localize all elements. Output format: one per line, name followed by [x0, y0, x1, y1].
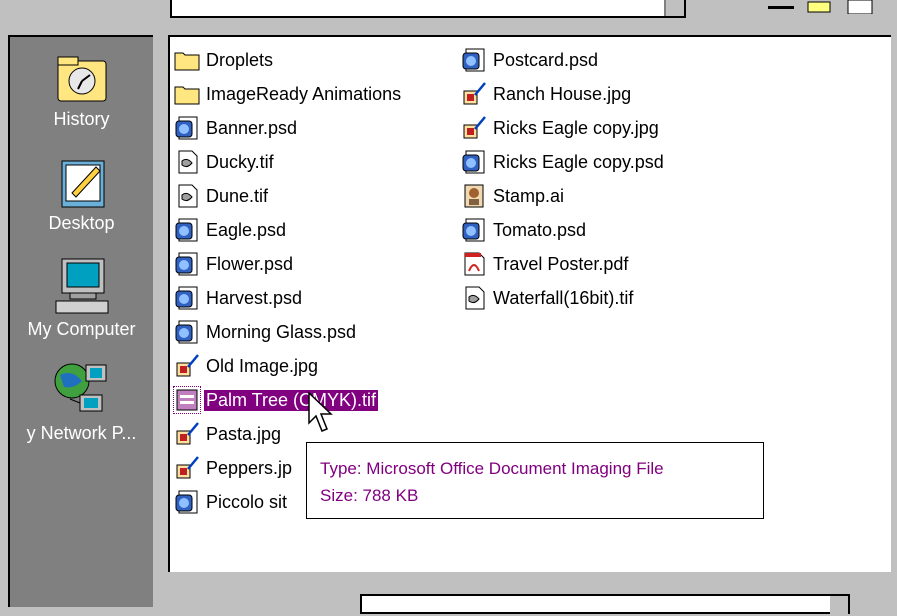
file-name: Palm Tree (CMYK).tif	[204, 389, 379, 411]
file-name: Piccolo sit	[206, 491, 288, 512]
history-folder-icon	[57, 56, 106, 102]
file-item[interactable]: Palm Tree (CMYK).tif	[173, 383, 403, 417]
file-item[interactable]: Tomato.psd	[461, 213, 666, 247]
file-name: ImageReady Animations	[206, 83, 402, 104]
places-desktop[interactable]: Desktop	[10, 155, 153, 234]
file-name: Stamp.ai	[493, 185, 565, 206]
file-item[interactable]: Harvest.psd	[174, 281, 403, 315]
file-item[interactable]: Eagle.psd	[174, 213, 403, 247]
psd-file-icon	[462, 48, 485, 72]
tif-file-icon	[465, 286, 485, 310]
file-name: Old Image.jpg	[206, 355, 319, 376]
file-name: Ducky.tif	[206, 151, 274, 172]
desktop-icon	[61, 160, 104, 208]
file-name: Ricks Eagle copy.jpg	[493, 117, 659, 138]
tif-file-icon	[178, 184, 198, 208]
mouse-pointer-icon	[308, 391, 333, 432]
places-my-computer-label: My Computer	[27, 319, 136, 339]
file-name: Dune.tif	[206, 185, 269, 206]
chevron-down-icon[interactable]	[664, 0, 684, 16]
tooltip-type: Type: Microsoft Office Document Imaging …	[320, 459, 664, 478]
file-column-2: Postcard.psd Ranch House.jpg Ricks Eagle c…	[461, 43, 666, 315]
my-computer-icon	[55, 258, 108, 314]
toolbar	[0, 0, 897, 22]
file-item[interactable]: Old Image.jpg	[174, 349, 403, 383]
file-item[interactable]: Ducky.tif	[174, 145, 403, 179]
tooltip-size: Size: 788 KB	[320, 486, 419, 505]
pdf-file-icon	[464, 252, 485, 276]
file-item[interactable]: Droplets	[174, 43, 403, 77]
toolbar-icons[interactable]	[768, 0, 888, 14]
jpg-file-icon	[463, 116, 486, 139]
ai-file-icon	[464, 184, 484, 208]
file-item[interactable]: Ranch House.jpg	[461, 77, 666, 111]
file-name: Peppers.jp	[206, 457, 293, 478]
file-item[interactable]: Banner.psd	[174, 111, 403, 145]
chevron-down-icon[interactable]	[830, 596, 848, 616]
file-name: Ranch House.jpg	[493, 83, 632, 104]
psd-file-icon	[175, 116, 198, 140]
psd-file-icon	[175, 218, 198, 242]
psd-file-icon	[175, 490, 198, 514]
places-bar: History Desktop My Computer y Network P.…	[8, 35, 153, 607]
file-item[interactable]: Dune.tif	[174, 179, 403, 213]
jpg-file-icon	[176, 354, 199, 377]
file-name: Flower.psd	[206, 253, 294, 274]
psd-file-icon	[175, 286, 198, 310]
places-history[interactable]: History	[10, 49, 153, 130]
psd-file-icon	[462, 150, 485, 174]
file-name: Postcard.psd	[493, 49, 599, 70]
file-name: Waterfall(16bit).tif	[493, 287, 634, 308]
file-item[interactable]: Travel Poster.pdf	[461, 247, 666, 281]
file-name: Droplets	[206, 49, 274, 70]
file-item[interactable]: Stamp.ai	[461, 179, 666, 213]
file-name: Tomato.psd	[493, 219, 587, 240]
file-name: Harvest.psd	[206, 287, 303, 308]
file-name: Morning Glass.psd	[206, 321, 357, 342]
file-item[interactable]: Postcard.psd	[461, 43, 666, 77]
places-network[interactable]: y Network P...	[10, 359, 153, 444]
file-item[interactable]: Waterfall(16bit).tif	[461, 281, 666, 315]
psd-file-icon	[175, 320, 198, 344]
psd-file-icon	[175, 252, 198, 276]
file-name: Banner.psd	[206, 117, 298, 138]
file-item[interactable]: Flower.psd	[174, 247, 403, 281]
file-name: Pasta.jpg	[206, 423, 282, 444]
places-my-computer[interactable]: My Computer	[10, 255, 153, 340]
file-name: Ricks Eagle copy.psd	[493, 151, 664, 172]
file-name: Travel Poster.pdf	[493, 253, 629, 274]
file-item[interactable]: Ricks Eagle copy.jpg	[461, 111, 666, 145]
folder-icon	[174, 86, 200, 105]
psd-file-icon	[462, 218, 485, 242]
file-item[interactable]: Ricks Eagle copy.psd	[461, 145, 666, 179]
mdi-file-icon	[173, 386, 201, 414]
jpg-file-icon	[176, 422, 199, 445]
folder-icon	[174, 52, 200, 71]
look-in-dropdown[interactable]	[170, 0, 686, 18]
file-name-field[interactable]	[360, 594, 850, 616]
network-places-icon	[54, 363, 106, 412]
file-item[interactable]: ImageReady Animations	[174, 77, 403, 111]
places-history-label: History	[53, 109, 110, 129]
places-desktop-label: Desktop	[48, 213, 115, 233]
file-name: Eagle.psd	[206, 219, 287, 240]
jpg-file-icon	[463, 82, 486, 105]
tif-file-icon	[178, 150, 198, 174]
jpg-file-icon	[176, 456, 199, 479]
file-info-tooltip: Type: Microsoft Office Document Imaging …	[306, 442, 764, 519]
file-item[interactable]: Morning Glass.psd	[174, 315, 403, 349]
places-network-label: y Network P...	[26, 423, 137, 443]
